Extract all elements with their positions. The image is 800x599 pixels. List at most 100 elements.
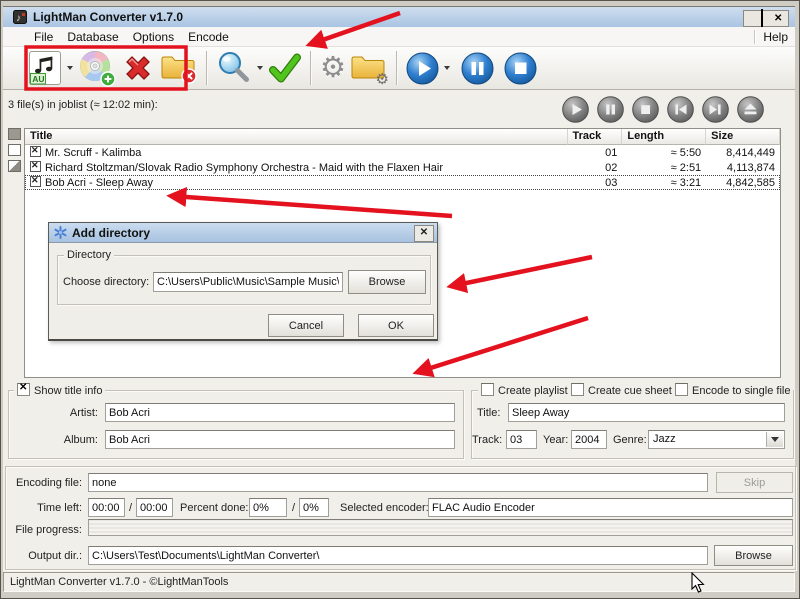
title-input[interactable]: [508, 403, 785, 422]
selected-encoder-input[interactable]: [428, 498, 793, 517]
joblist-status: 3 file(s) in joblist (≈ 12:02 min):: [8, 99, 158, 111]
invert-selection-button[interactable]: [8, 160, 21, 172]
dialog-ok-button[interactable]: OK: [358, 314, 434, 337]
encoding-file-input[interactable]: [88, 473, 708, 492]
dialog-cancel-button[interactable]: Cancel: [268, 314, 344, 337]
transport-next-button[interactable]: [702, 96, 729, 123]
add-cd-button[interactable]: [78, 49, 116, 87]
menu-file[interactable]: File: [27, 28, 60, 46]
select-none-button[interactable]: [8, 144, 21, 156]
encode-dropdown-icon[interactable]: [444, 66, 450, 70]
genre-select[interactable]: Jazz: [648, 430, 785, 449]
row-title: Richard Stoltzman/Slovak Radio Symphony …: [45, 162, 443, 174]
column-header-title[interactable]: Title: [25, 129, 568, 145]
artist-input[interactable]: [105, 403, 455, 422]
close-button[interactable]: ✕: [774, 14, 782, 24]
menu-options[interactable]: Options: [126, 28, 181, 46]
percent-file-input[interactable]: [249, 498, 287, 517]
dialog-icon: [54, 226, 67, 239]
search-dropdown-icon[interactable]: [257, 66, 263, 70]
row-track: 02: [568, 162, 623, 174]
percent-done-label: Percent done:: [180, 502, 249, 514]
column-header-size[interactable]: Size: [706, 129, 780, 145]
svg-text:♪: ♪: [16, 13, 21, 24]
create-playlist-option[interactable]: Create playlist: [478, 383, 571, 397]
row-size: 4,842,585: [706, 177, 780, 189]
select-all-button[interactable]: [8, 128, 21, 140]
album-label: Album:: [40, 434, 98, 446]
choose-directory-input[interactable]: [153, 272, 343, 292]
transport-eject-button[interactable]: [737, 96, 764, 123]
small-gear-icon: ⚙: [376, 70, 389, 88]
title-bar[interactable]: ♪ LightMan Converter v1.7.0 ✕: [3, 6, 795, 27]
verify-files-button[interactable]: [268, 51, 302, 85]
show-title-info-checkbox[interactable]: [17, 383, 30, 396]
table-row-selected[interactable]: Bob Acri - Sleep Away 03 ≈ 3:21 4,842,58…: [25, 175, 780, 190]
track-label: Track:: [472, 434, 502, 446]
maximize-button[interactable]: [761, 10, 763, 28]
menu-help[interactable]: Help: [756, 28, 795, 46]
dialog-browse-button[interactable]: Browse: [348, 270, 426, 294]
row-size: 4,113,874: [706, 162, 780, 174]
add-audio-files-button[interactable]: AU: [28, 50, 62, 86]
column-header-length[interactable]: Length: [622, 129, 706, 145]
row-title: Bob Acri - Sleep Away: [45, 177, 153, 189]
file-progress-label: File progress:: [10, 524, 82, 536]
row-title: Mr. Scruff - Kalimba: [45, 147, 141, 159]
menu-bar: File Database Options Encode Help: [3, 27, 795, 46]
column-header-track[interactable]: Track: [568, 129, 623, 145]
search-database-button[interactable]: [216, 50, 252, 86]
encode-to-single-file-option[interactable]: Encode to single file: [672, 383, 793, 397]
add-cd-icon: [78, 49, 116, 87]
output-folder-settings-button[interactable]: ⚙: [350, 51, 388, 85]
album-input[interactable]: [105, 430, 455, 449]
remove-folder-button[interactable]: [160, 51, 198, 85]
menu-database[interactable]: Database: [60, 28, 125, 46]
transport-play-button[interactable]: [562, 96, 589, 123]
dialog-title-bar[interactable]: Add directory ✕: [49, 223, 437, 243]
create-cue-sheet-checkbox[interactable]: [571, 383, 584, 396]
start-encoding-button[interactable]: [406, 52, 439, 85]
year-input[interactable]: [571, 430, 607, 449]
track-input[interactable]: [506, 430, 537, 449]
window-title: LightMan Converter v1.7.0: [33, 10, 183, 24]
time-left-total-input[interactable]: [136, 498, 173, 517]
transport-stop-button[interactable]: [632, 96, 659, 123]
lightman-converter-window: { "window": { "title": "LightMan Convert…: [0, 0, 800, 599]
create-cue-sheet-option[interactable]: Create cue sheet: [568, 383, 675, 397]
row-checkbox[interactable]: [30, 146, 41, 157]
transport-pause-button[interactable]: [597, 96, 624, 123]
table-row[interactable]: Mr. Scruff - Kalimba 01 ≈ 5:50 8,414,449: [25, 145, 780, 160]
genre-value: Jazz: [653, 433, 676, 445]
app-icon: ♪: [13, 10, 27, 24]
pause-encoding-button[interactable]: [461, 52, 494, 85]
menu-encode[interactable]: Encode: [181, 28, 236, 46]
genre-dropdown-button[interactable]: [766, 432, 783, 447]
time-slash: /: [129, 502, 132, 514]
status-bar: LightMan Converter v1.7.0 - ©LightManToo…: [3, 572, 795, 592]
show-title-info-option[interactable]: Show title info: [14, 383, 105, 397]
row-size: 8,414,449: [706, 147, 780, 159]
row-checkbox[interactable]: [30, 161, 41, 172]
create-playlist-checkbox[interactable]: [481, 383, 494, 396]
output-dir-input[interactable]: [88, 546, 708, 565]
encode-to-single-file-checkbox[interactable]: [675, 383, 688, 396]
percent-total-input[interactable]: [299, 498, 329, 517]
search-icon: [216, 50, 252, 86]
settings-button[interactable]: ⚙: [320, 51, 346, 85]
row-length: ≈ 5:50: [622, 147, 706, 159]
time-left-elapsed-input[interactable]: [88, 498, 125, 517]
row-track: 01: [568, 147, 623, 159]
output-browse-button[interactable]: Browse: [714, 545, 793, 566]
row-track: 03: [568, 177, 623, 189]
skip-button[interactable]: Skip: [716, 472, 793, 493]
stop-encoding-button[interactable]: [504, 52, 537, 85]
transport-previous-button[interactable]: [667, 96, 694, 123]
row-checkbox[interactable]: [30, 176, 41, 187]
table-row[interactable]: Richard Stoltzman/Slovak Radio Symphony …: [25, 160, 780, 175]
status-text: LightMan Converter v1.7.0 - ©LightManToo…: [10, 576, 228, 588]
year-label: Year:: [543, 434, 568, 446]
remove-file-button[interactable]: [120, 50, 156, 86]
dialog-close-button[interactable]: ✕: [414, 225, 434, 242]
add-audio-dropdown-icon[interactable]: [67, 66, 73, 70]
